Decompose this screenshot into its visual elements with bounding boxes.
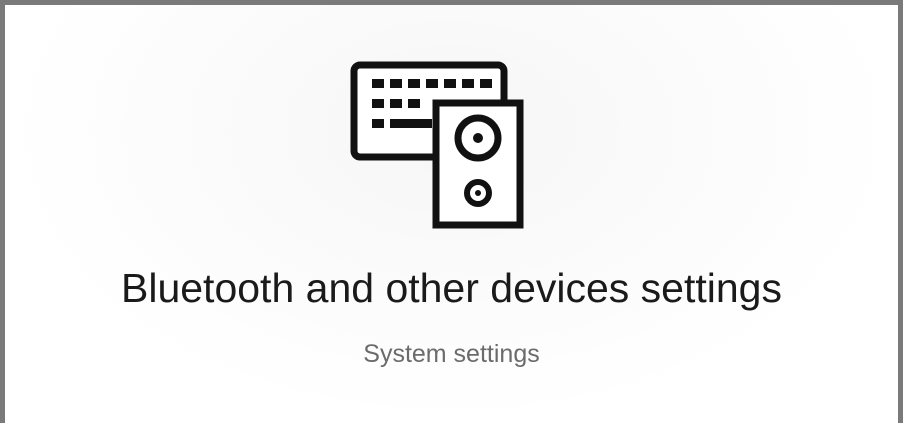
keyboard-speaker-icon bbox=[342, 43, 532, 233]
result-panel: Bluetooth and other devices settings Sys… bbox=[0, 0, 903, 423]
result-subtitle: System settings bbox=[363, 340, 540, 368]
best-match-card[interactable]: Bluetooth and other devices settings Sys… bbox=[5, 5, 898, 423]
result-title: Bluetooth and other devices settings bbox=[121, 265, 782, 311]
